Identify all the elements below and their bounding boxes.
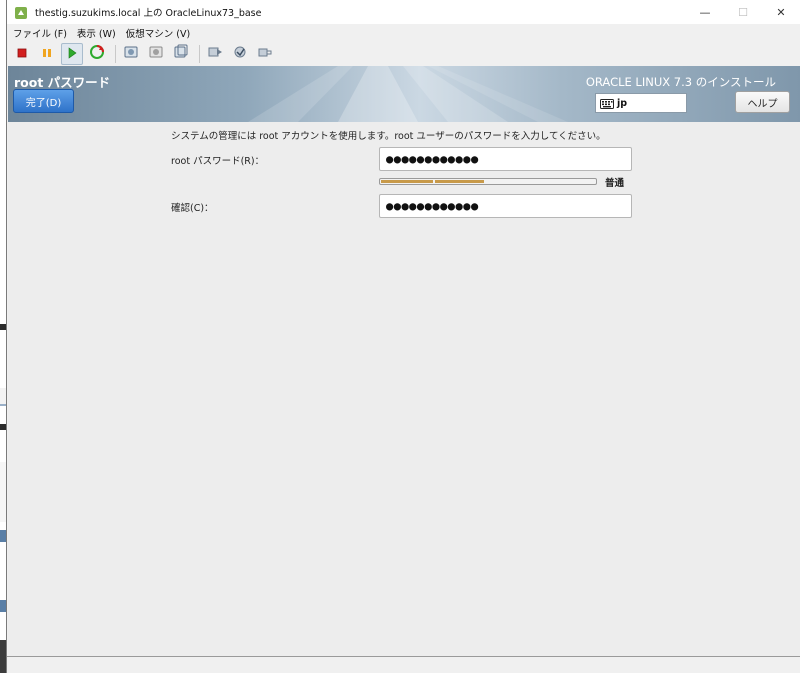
vm-settings-button[interactable] — [229, 43, 251, 65]
menu-vm[interactable]: 仮想マシン (V) — [126, 26, 190, 40]
root-password-field[interactable] — [379, 147, 632, 171]
confirm-password-field[interactable] — [379, 194, 632, 218]
strength-segment-divider — [433, 179, 435, 184]
minimize-button[interactable]: — — [686, 0, 724, 24]
close-button[interactable]: ✕ — [762, 0, 800, 24]
reset-button[interactable] — [86, 43, 108, 65]
instruction-text: システムの管理には root アカウントを使用します。root ユーザーのパスワ… — [171, 131, 606, 142]
title-bar[interactable]: thestig.suzukims.local 上の OracleLinux73_… — [7, 0, 800, 24]
snapshot-button[interactable] — [120, 43, 142, 65]
keyboard-icon — [600, 94, 614, 113]
settings-icon — [232, 44, 248, 64]
stop-button[interactable] — [11, 43, 33, 65]
root-password-label: root パスワード(R)： — [171, 156, 265, 167]
help-button[interactable]: ヘルプ — [735, 91, 790, 113]
toolbar-separator — [199, 45, 200, 63]
refresh-icon — [89, 44, 105, 64]
play-button[interactable] — [61, 43, 83, 65]
pause-icon — [40, 45, 54, 64]
revert-snapshot-icon — [148, 44, 164, 64]
product-title: ORACLE LINUX 7.3 のインストール — [585, 75, 776, 89]
window-title: thestig.suzukims.local 上の OracleLinux73_… — [35, 8, 262, 19]
vm-console-window: thestig.suzukims.local 上の OracleLinux73_… — [6, 0, 800, 673]
maximize-button[interactable]: ☐ — [724, 0, 762, 24]
installer-header: root パスワード 完了(D) ORACLE LINUX 7.3 のインストー… — [8, 66, 800, 122]
confirm-password-label: 確認(C)： — [171, 203, 214, 214]
keyboard-layout-indicator[interactable]: jp — [595, 93, 687, 113]
snapshot-icon — [123, 44, 139, 64]
stop-icon — [15, 45, 29, 64]
status-bar — [7, 656, 800, 673]
send-keys-button[interactable] — [204, 43, 226, 65]
keyboard-layout-label: jp — [617, 97, 628, 109]
manage-snapshot-button[interactable] — [170, 43, 192, 65]
installer-screen: root パスワード 完了(D) ORACLE LINUX 7.3 のインストー… — [8, 66, 800, 656]
connect-device-icon — [257, 44, 273, 64]
send-keys-icon — [207, 44, 223, 64]
menu-file[interactable]: ファイル (F) — [13, 26, 67, 40]
toolbar — [7, 42, 800, 66]
done-button[interactable]: 完了(D) — [13, 89, 74, 113]
vm-console-icon — [14, 5, 28, 19]
manage-snapshot-icon — [173, 44, 189, 64]
pause-button[interactable] — [36, 43, 58, 65]
connect-device-button[interactable] — [254, 43, 276, 65]
revert-snapshot-button[interactable] — [145, 43, 167, 65]
password-strength-label: 普通 — [605, 178, 625, 189]
toolbar-separator — [115, 45, 116, 63]
password-strength-bar — [379, 178, 597, 185]
menu-bar: ファイル (F) 表示 (W) 仮想マシン (V) — [7, 24, 800, 42]
menu-view[interactable]: 表示 (W) — [77, 26, 116, 40]
desktop: thestig.suzukims.local 上の OracleLinux73_… — [0, 0, 800, 673]
play-icon — [65, 45, 79, 64]
